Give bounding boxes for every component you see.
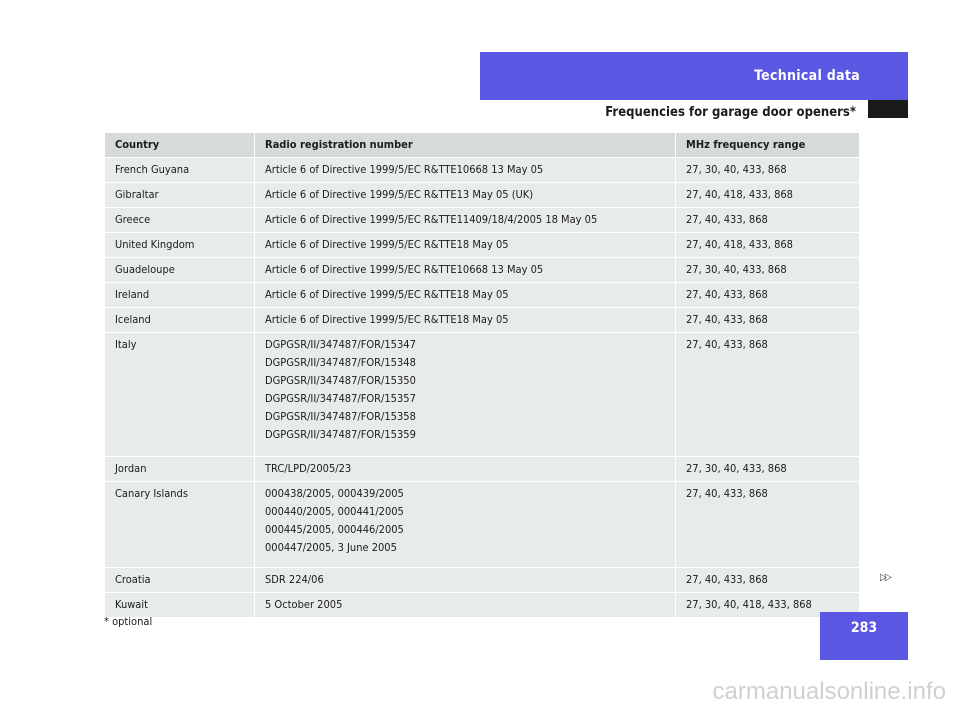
cell-frequency: 27, 40, 433, 868 (676, 482, 859, 567)
page-number-box: 283 (820, 612, 908, 660)
cell-country: Canary Islands (105, 482, 254, 567)
cell-country: Ireland (105, 283, 254, 307)
cell-registration: TRC/LPD/2005/23 (255, 457, 675, 481)
registration-line: Article 6 of Directive 1999/5/EC R&TTE18… (265, 288, 509, 301)
table-row: Gibraltar Article 6 of Directive 1999/5/E… (105, 183, 859, 207)
cell-registration: 5 October 2005 (255, 593, 675, 617)
registration-line: Article 6 of Directive 1999/5/EC R&TTE18… (265, 313, 509, 326)
table-row: Canary Islands 000438/2005, 000439/2005 00… (105, 482, 859, 567)
cell-country: Kuwait (105, 593, 254, 617)
registration-line: SDR 224/06 (265, 573, 324, 586)
table-row: Greece Article 6 of Directive 1999/5/EC R… (105, 208, 859, 232)
cell-registration: SDR 224/06 (255, 568, 675, 592)
table-row: Kuwait 5 October 2005 27, 30, 40, 418, 433… (105, 593, 859, 617)
cell-country: Croatia (105, 568, 254, 592)
table-row: Guadeloupe Article 6 of Directive 1999/5/… (105, 258, 859, 282)
registration-line: Article 6 of Directive 1999/5/EC R&TTE13… (265, 188, 534, 201)
cell-registration: DGPGSR/II/347487/FOR/15347 DGPGSR/II/3474… (255, 333, 675, 456)
footnote: * optional (104, 615, 153, 628)
registration-line: TRC/LPD/2005/23 (265, 462, 352, 475)
registration-line: Article 6 of Directive 1999/5/EC R&TTE18… (265, 238, 509, 251)
registration-line: 000447/2005, 3 June 2005 (265, 541, 397, 554)
cell-registration: Article 6 of Directive 1999/5/EC R&TTE13… (255, 183, 675, 207)
cell-registration: Article 6 of Directive 1999/5/EC R&TTE10… (255, 158, 675, 182)
table-row: Iceland Article 6 of Directive 1999/5/EC … (105, 308, 859, 332)
double-arrow-right-icon: ▷▷ (880, 572, 892, 583)
registration-line: Article 6 of Directive 1999/5/EC R&TTE10… (265, 263, 544, 276)
cell-frequency: 27, 30, 40, 433, 868 (676, 258, 859, 282)
registration-line: DGPGSR/II/347487/FOR/15348 (265, 356, 416, 369)
section-title: Technical data (754, 68, 860, 84)
registration-line: Article 6 of Directive 1999/5/EC R&TTE10… (265, 163, 544, 176)
table-row: Jordan TRC/LPD/2005/23 27, 30, 40, 433, 86… (105, 457, 859, 481)
section-marker (868, 100, 908, 118)
cell-registration: 000438/2005, 000439/2005 000440/2005, 000… (255, 482, 675, 567)
frequency-table: Country Radio registration number MHz fr… (104, 132, 860, 618)
cell-registration: Article 6 of Directive 1999/5/EC R&TTE11… (255, 208, 675, 232)
registration-line: DGPGSR/II/347487/FOR/15357 (265, 392, 416, 405)
page-number: 283 (850, 620, 878, 636)
table-header-row: Country Radio registration number MHz fr… (105, 133, 859, 157)
page-subtitle: Frequencies for garage door openers* (605, 105, 856, 120)
watermark: carmanualsonline.info (712, 678, 946, 705)
cell-country: Greece (105, 208, 254, 232)
cell-country: French Guyana (105, 158, 254, 182)
cell-frequency: 27, 40, 433, 868 (676, 208, 859, 232)
cell-country: Gibraltar (105, 183, 254, 207)
table-row: French Guyana Article 6 of Directive 1999… (105, 158, 859, 182)
cell-registration: Article 6 of Directive 1999/5/EC R&TTE10… (255, 258, 675, 282)
cell-frequency: 27, 40, 418, 433, 868 (676, 233, 859, 257)
cell-registration: Article 6 of Directive 1999/5/EC R&TTE18… (255, 233, 675, 257)
column-header-country: Country (105, 133, 254, 157)
registration-line: DGPGSR/II/347487/FOR/15350 (265, 374, 416, 387)
cell-frequency: 27, 30, 40, 433, 868 (676, 457, 859, 481)
section-tab: Technical data (480, 52, 908, 100)
cell-frequency: 27, 40, 433, 868 (676, 333, 859, 456)
table-row: Italy DGPGSR/II/347487/FOR/15347 DGPGSR/II… (105, 333, 859, 456)
column-header-registration: Radio registration number (255, 133, 675, 157)
cell-country: United Kingdom (105, 233, 254, 257)
table-row: Croatia SDR 224/06 27, 40, 433, 868 (105, 568, 859, 592)
cell-country: Jordan (105, 457, 254, 481)
cell-country: Guadeloupe (105, 258, 254, 282)
cell-country: Italy (105, 333, 254, 456)
registration-line: DGPGSR/II/347487/FOR/15347 (265, 338, 416, 351)
cell-frequency: 27, 40, 433, 868 (676, 568, 859, 592)
cell-frequency: 27, 40, 433, 868 (676, 308, 859, 332)
cell-registration: Article 6 of Directive 1999/5/EC R&TTE18… (255, 283, 675, 307)
table-body: French Guyana Article 6 of Directive 1999… (105, 158, 859, 617)
registration-line: 000440/2005, 000441/2005 (265, 505, 404, 518)
registration-line: 5 October 2005 (265, 598, 343, 611)
registration-line: Article 6 of Directive 1999/5/EC R&TTE11… (265, 213, 598, 226)
table-row: United Kingdom Article 6 of Directive 199… (105, 233, 859, 257)
column-header-frequency: MHz frequency range (676, 133, 859, 157)
registration-line: DGPGSR/II/347487/FOR/15359 (265, 428, 416, 441)
registration-line: DGPGSR/II/347487/FOR/15358 (265, 410, 416, 423)
table-row: Ireland Article 6 of Directive 1999/5/EC … (105, 283, 859, 307)
cell-registration: Article 6 of Directive 1999/5/EC R&TTE18… (255, 308, 675, 332)
cell-frequency: 27, 40, 433, 868 (676, 283, 859, 307)
registration-line: 000445/2005, 000446/2005 (265, 523, 404, 536)
registration-line: 000438/2005, 000439/2005 (265, 487, 404, 500)
cell-frequency: 27, 40, 418, 433, 868 (676, 183, 859, 207)
cell-country: Iceland (105, 308, 254, 332)
cell-frequency: 27, 30, 40, 433, 868 (676, 158, 859, 182)
